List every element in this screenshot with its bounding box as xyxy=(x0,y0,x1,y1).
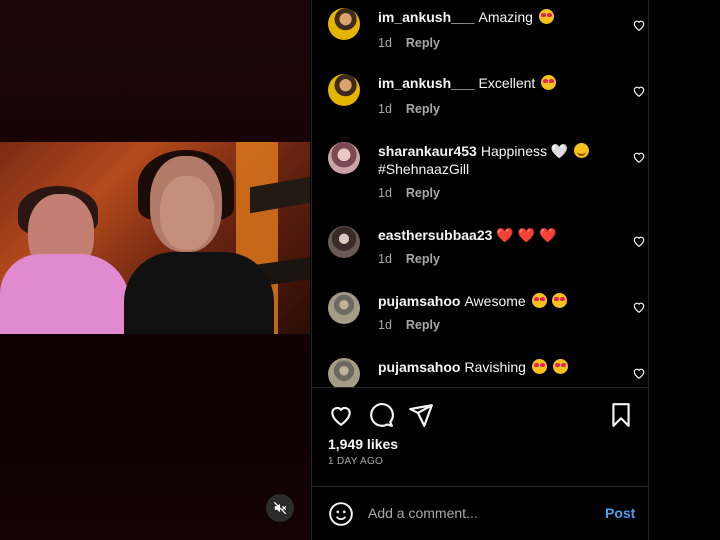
post-action-bar xyxy=(328,400,634,430)
reply-button[interactable]: Reply xyxy=(406,252,440,266)
media-pane xyxy=(0,0,310,540)
avatar[interactable] xyxy=(328,358,360,387)
avatar[interactable] xyxy=(328,226,360,258)
smiling-emoji-icon xyxy=(574,143,590,158)
comment-text: ❤️ ❤️ ❤️ xyxy=(496,227,557,243)
comment-age: 1d xyxy=(378,36,392,50)
instagram-post-view: im_ankush___ Amazing 1d Reply im_ankush___… xyxy=(0,0,720,540)
mute-toggle-button[interactable] xyxy=(266,494,294,522)
hashtag-link[interactable]: #ShehnaazGill xyxy=(378,161,469,177)
share-paper-plane-icon[interactable] xyxy=(408,402,434,428)
like-count[interactable]: 1,949 likes xyxy=(328,436,398,452)
comment-username[interactable]: easthersubbaa23 xyxy=(378,227,492,243)
comment-bubble-icon[interactable] xyxy=(368,402,394,428)
like-comment-heart-icon[interactable] xyxy=(632,300,646,314)
heart-eyes-emoji-icon xyxy=(538,9,554,24)
comment-text: Happiness 🤍 xyxy=(480,143,569,159)
comment-age: 1d xyxy=(378,252,392,266)
reply-button[interactable]: Reply xyxy=(406,102,440,116)
comment-text: Excellent xyxy=(478,75,536,91)
muted-speaker-icon xyxy=(273,501,287,515)
post-comment-button[interactable]: Post xyxy=(605,505,635,521)
comment-input[interactable]: Add a comment... xyxy=(368,505,588,521)
emoji-picker-icon[interactable] xyxy=(328,501,354,527)
add-comment-bar: Add a comment... Post xyxy=(312,486,648,540)
heart-eyes-emoji-icon xyxy=(541,75,557,90)
heart-eyes-emoji-icon xyxy=(552,293,568,308)
post-timestamp: 1 DAY AGO xyxy=(328,456,384,467)
comment-text: Awesome xyxy=(464,293,526,309)
heart-eyes-emoji-icon xyxy=(531,293,547,308)
comment-list[interactable]: im_ankush___ Amazing 1d Reply im_ankush___… xyxy=(312,0,648,388)
page-background xyxy=(649,0,720,540)
reply-button[interactable]: Reply xyxy=(406,186,440,200)
like-comment-heart-icon[interactable] xyxy=(632,366,646,380)
comment-text: Ravishing xyxy=(464,359,526,375)
save-bookmark-icon[interactable] xyxy=(608,402,634,428)
post-side-panel: im_ankush___ Amazing 1d Reply im_ankush___… xyxy=(311,0,649,540)
reply-button[interactable]: Reply xyxy=(406,36,440,50)
like-comment-heart-icon[interactable] xyxy=(632,84,646,98)
heart-eyes-emoji-icon xyxy=(531,359,547,374)
avatar[interactable] xyxy=(328,292,360,324)
avatar[interactable] xyxy=(328,8,360,40)
comment-username[interactable]: pujamsahoo xyxy=(378,293,460,309)
comment-age: 1d xyxy=(378,186,392,200)
avatar[interactable] xyxy=(328,74,360,106)
comment-username[interactable]: im_ankush___ xyxy=(378,9,475,25)
like-comment-heart-icon[interactable] xyxy=(632,150,646,164)
comment-age: 1d xyxy=(378,318,392,332)
comment-username[interactable]: pujamsahoo xyxy=(378,359,460,375)
comment-text: Amazing xyxy=(478,9,533,25)
video-player[interactable] xyxy=(0,142,310,334)
comment-username[interactable]: im_ankush___ xyxy=(378,75,475,91)
comment-age: 1d xyxy=(378,102,392,116)
comment-username[interactable]: sharankaur453 xyxy=(378,143,477,159)
avatar[interactable] xyxy=(328,142,360,174)
like-comment-heart-icon[interactable] xyxy=(632,18,646,32)
heart-eyes-emoji-icon xyxy=(552,359,568,374)
like-comment-heart-icon[interactable] xyxy=(632,234,646,248)
like-heart-icon[interactable] xyxy=(328,402,354,428)
reply-button[interactable]: Reply xyxy=(406,318,440,332)
